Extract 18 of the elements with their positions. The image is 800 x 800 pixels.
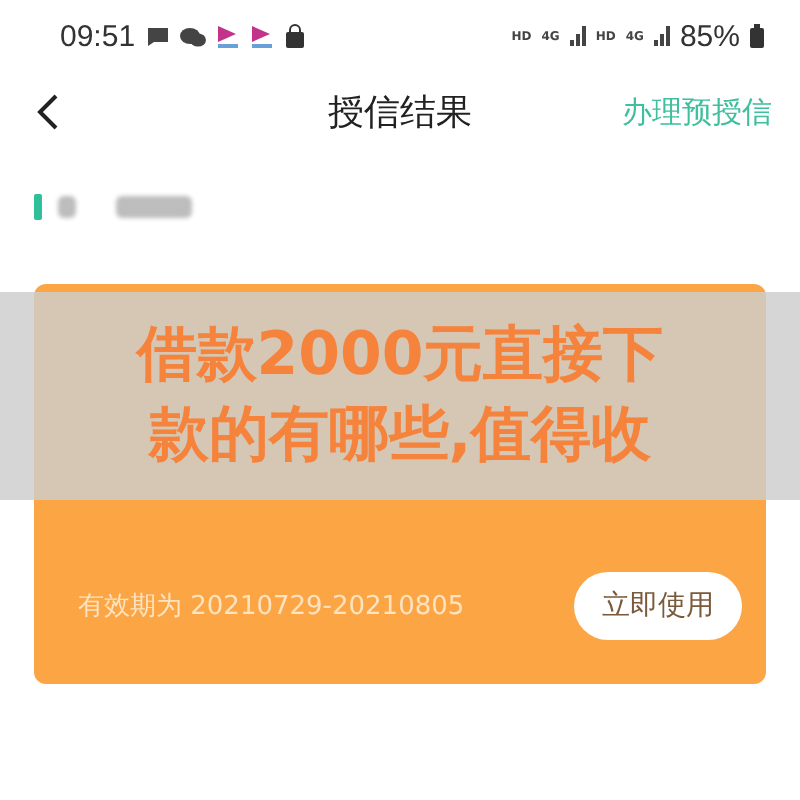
app-icon	[249, 23, 274, 49]
battery-percent: 85%	[679, 19, 740, 53]
message-icon	[145, 25, 170, 47]
use-now-button[interactable]: 立即使用	[574, 572, 742, 640]
caption-line: 借款2000元直接下	[136, 318, 664, 394]
blurred-text	[116, 195, 192, 217]
validity-text: 有效期为 20210729-20210805	[78, 590, 465, 624]
signal-icon	[569, 26, 586, 46]
caption-line: 款的有哪些,值得收	[148, 398, 652, 474]
signal-icon	[653, 26, 670, 46]
page-title: 授信结果	[328, 90, 472, 136]
accent-bar	[34, 193, 42, 219]
back-icon[interactable]	[36, 92, 60, 132]
status-time: 09:51	[60, 19, 136, 53]
app-icon	[215, 23, 240, 49]
blurred-text	[58, 195, 76, 217]
chat-icon	[179, 25, 206, 47]
battery-icon	[750, 24, 764, 48]
